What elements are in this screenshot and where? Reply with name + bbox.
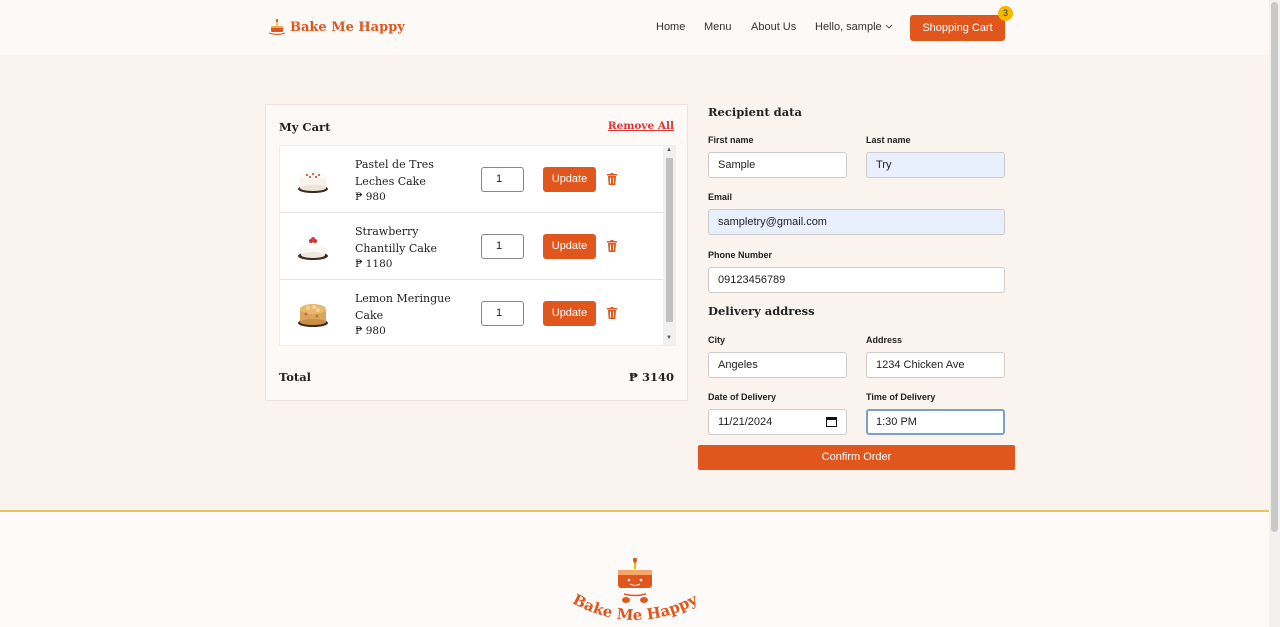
cart-count-badge: 3 bbox=[998, 6, 1013, 21]
address-input[interactable]: 1234 Chicken Ave bbox=[866, 352, 1005, 378]
first-name-input[interactable]: Sample bbox=[708, 152, 847, 178]
tres-leches-cake-image bbox=[298, 172, 328, 193]
quantity-input[interactable]: 1 bbox=[481, 234, 524, 259]
cart-panel: My Cart Remove All Pastel de Tres Leches… bbox=[265, 104, 688, 401]
user-greeting: Hello, sample bbox=[815, 21, 882, 33]
item-price: ₱ 980 bbox=[355, 191, 386, 203]
email-input[interactable]: sampletry@gmail.com bbox=[708, 209, 1005, 235]
shopping-cart-button[interactable]: Shopping Cart bbox=[910, 15, 1005, 41]
address-label: Address bbox=[866, 335, 903, 345]
city-input[interactable]: Angeles bbox=[708, 352, 847, 378]
footer-logo: Bake Me Happy bbox=[570, 558, 701, 624]
first-name-label: First name bbox=[708, 135, 754, 145]
confirm-order-button[interactable]: Confirm Order bbox=[698, 445, 1015, 470]
time-input[interactable]: 1:30 PM bbox=[866, 409, 1005, 435]
update-button[interactable]: Update bbox=[543, 234, 596, 259]
recipient-section-title: Recipient data bbox=[708, 105, 802, 119]
delivery-section-title: Delivery address bbox=[708, 304, 815, 318]
city-label: City bbox=[708, 335, 726, 345]
scroll-up-arrow-icon[interactable]: ▲ bbox=[666, 147, 672, 153]
scroll-down-arrow-icon[interactable]: ▼ bbox=[666, 335, 672, 341]
nav-menu[interactable]: Menu bbox=[704, 21, 732, 33]
last-name-label: Last name bbox=[866, 135, 911, 145]
total-label: Total bbox=[279, 370, 312, 384]
date-label: Date of Delivery bbox=[708, 392, 777, 402]
quantity-input[interactable]: 1 bbox=[481, 301, 524, 326]
calendar-icon[interactable] bbox=[826, 416, 837, 427]
total-value: ₱ 3140 bbox=[628, 370, 674, 384]
item-name: Pastel de Tres Leches Cake bbox=[355, 158, 434, 188]
chevron-down-icon bbox=[885, 24, 893, 29]
update-button[interactable]: Update bbox=[543, 301, 596, 326]
remove-all-link[interactable]: Remove All bbox=[608, 120, 674, 132]
cart-title: My Cart bbox=[279, 120, 331, 134]
brand-name: Bake Me Happy bbox=[290, 19, 405, 35]
cart-item: Pastel de Tres Leches Cake ₱ 980 1 Updat… bbox=[280, 146, 663, 213]
cart-item: Strawberry Chantilly Cake ₱ 1180 1 Updat… bbox=[280, 213, 663, 280]
trash-icon[interactable] bbox=[607, 173, 617, 185]
strawberry-chantilly-cake-image bbox=[298, 237, 328, 260]
item-price: ₱ 980 bbox=[355, 325, 386, 337]
cart-item: Lemon Meringue Cake ₱ 980 1 Update bbox=[280, 280, 663, 345]
phone-label: Phone Number bbox=[708, 250, 773, 260]
item-name: Lemon Meringue Cake bbox=[355, 292, 451, 322]
item-price: ₱ 1180 bbox=[355, 258, 393, 270]
last-name-input[interactable]: Try bbox=[866, 152, 1005, 178]
update-button[interactable]: Update bbox=[543, 167, 596, 192]
nav-about[interactable]: About Us bbox=[751, 21, 796, 33]
nav-home[interactable]: Home bbox=[656, 21, 685, 33]
cart-list-scrollbar-thumb[interactable] bbox=[666, 158, 673, 322]
item-name: Strawberry Chantilly Cake bbox=[355, 225, 437, 255]
quantity-input[interactable]: 1 bbox=[481, 167, 524, 192]
phone-input[interactable]: 09123456789 bbox=[708, 267, 1005, 293]
cake-logo-icon bbox=[268, 19, 286, 36]
time-label: Time of Delivery bbox=[866, 392, 936, 402]
user-menu[interactable]: Hello, sample bbox=[815, 21, 893, 33]
cart-items-list[interactable]: Pastel de Tres Leches Cake ₱ 980 1 Updat… bbox=[279, 145, 676, 346]
trash-icon[interactable] bbox=[607, 240, 617, 252]
brand-logo[interactable]: Bake Me Happy bbox=[268, 18, 405, 36]
lemon-meringue-cake-image bbox=[298, 304, 328, 327]
email-label: Email bbox=[708, 192, 733, 202]
page-scrollbar-thumb[interactable] bbox=[1271, 2, 1278, 532]
trash-icon[interactable] bbox=[607, 307, 617, 319]
site-header: Bake Me Happy Home Menu About Us Hello, … bbox=[0, 0, 1269, 55]
